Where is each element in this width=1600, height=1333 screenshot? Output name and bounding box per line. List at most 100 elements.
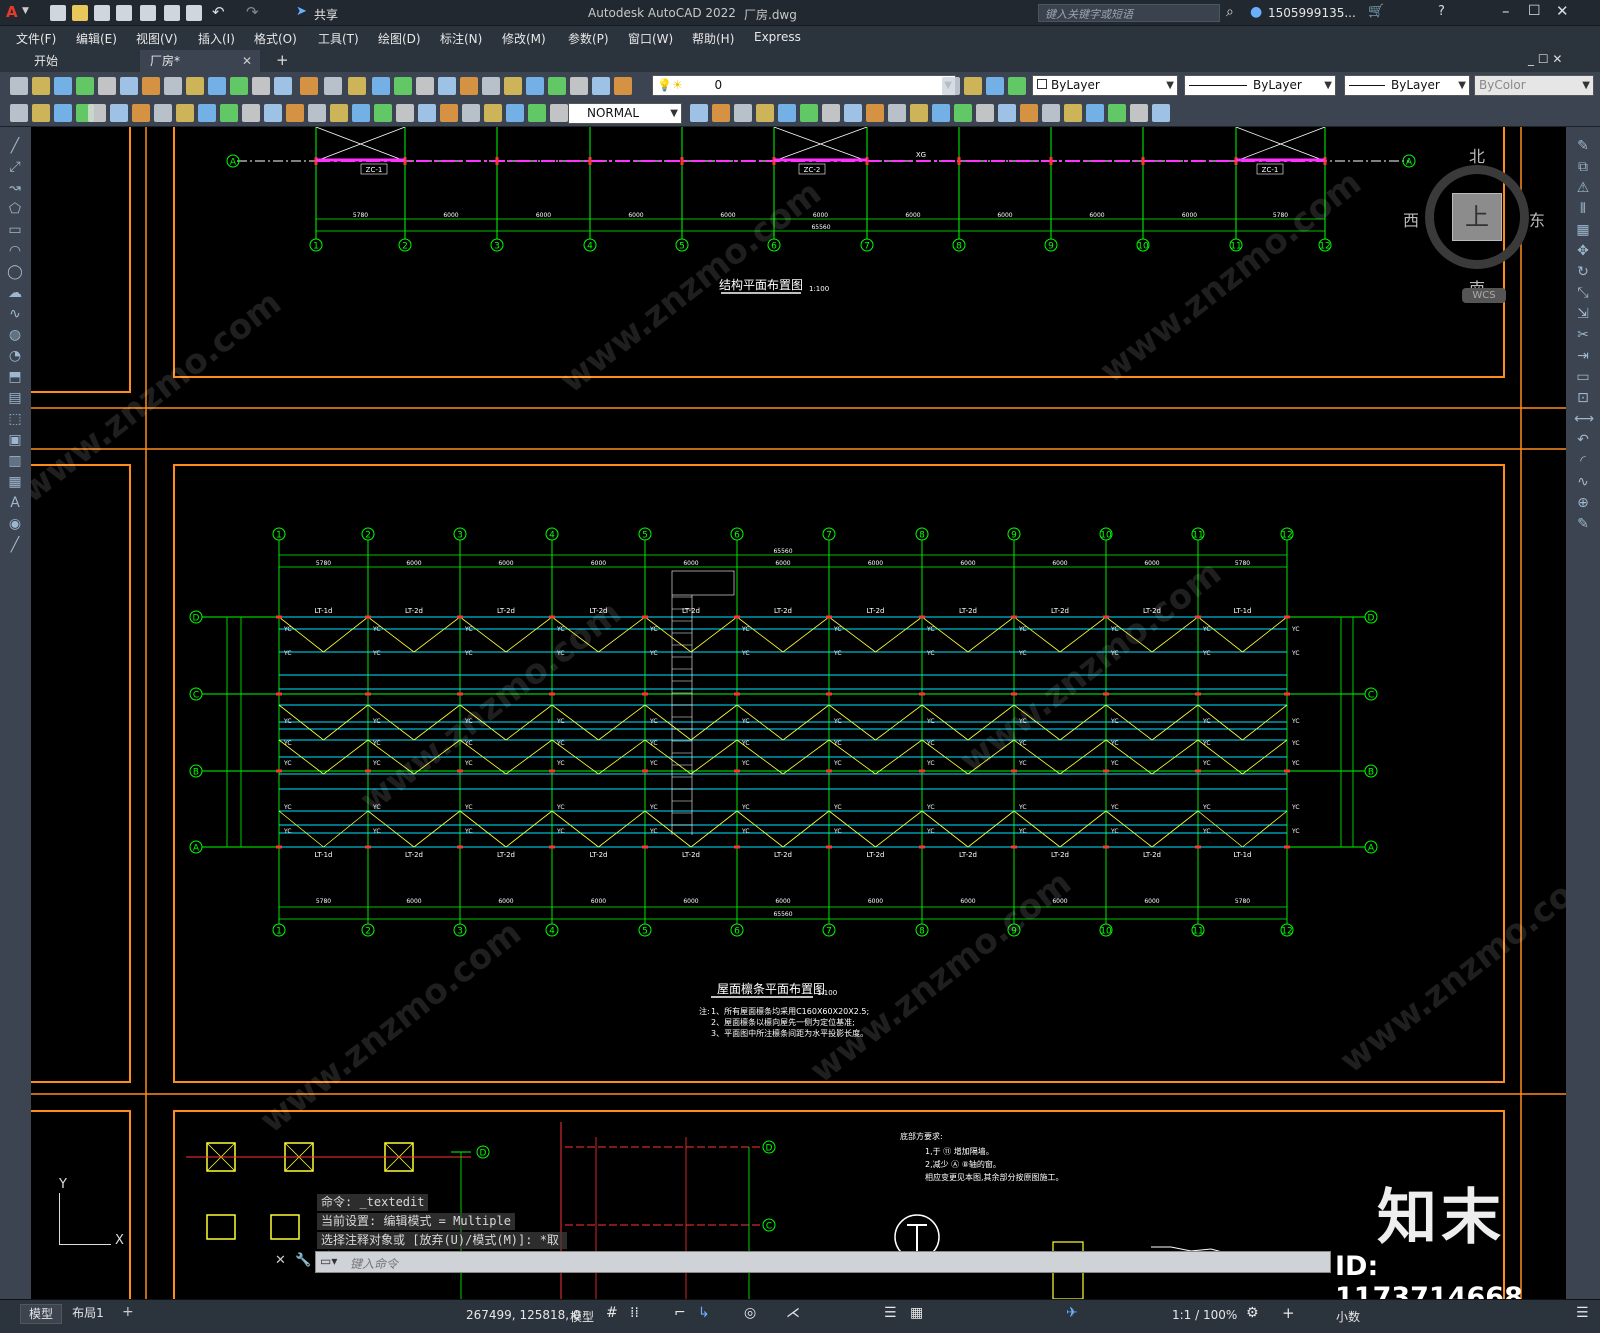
- menu-item-0[interactable]: 文件(F): [16, 30, 56, 47]
- draw-tool-icon[interactable]: ∿: [6, 305, 24, 323]
- transparency-icon[interactable]: ▦: [910, 1305, 923, 1321]
- toolbar-tool-icon[interactable]: [300, 77, 318, 95]
- toolbar-tool-icon[interactable]: [132, 104, 150, 122]
- user-icon[interactable]: ●: [1250, 4, 1262, 20]
- toolbar-tool-icon[interactable]: [942, 77, 960, 95]
- toolbar-tool-icon[interactable]: [986, 77, 1004, 95]
- search-box[interactable]: 键入关键字或短语: [1038, 4, 1220, 22]
- toolbar-tool-icon[interactable]: [252, 77, 270, 95]
- toolbar-tool-icon[interactable]: [550, 104, 568, 122]
- toolbar-tool-icon[interactable]: [394, 77, 412, 95]
- open-web-icon[interactable]: [140, 5, 156, 21]
- modify-tool-icon[interactable]: ◜: [1574, 452, 1592, 470]
- clean-screen-icon[interactable]: ☰: [1576, 1305, 1589, 1321]
- viewcube-east[interactable]: 东: [1529, 207, 1545, 231]
- toolbar-tool-icon[interactable]: [548, 77, 566, 95]
- modify-tool-icon[interactable]: ✂: [1574, 326, 1592, 344]
- modify-tool-icon[interactable]: ✎: [1574, 515, 1592, 533]
- command-input[interactable]: 键入命令: [350, 1255, 398, 1272]
- toolbar-tool-icon[interactable]: [54, 104, 72, 122]
- tab-file[interactable]: 厂房* ✕: [140, 50, 260, 72]
- toolbar-tool-icon[interactable]: [1130, 104, 1148, 122]
- toolbar-tool-icon[interactable]: [570, 77, 588, 95]
- draw-tool-icon[interactable]: ⬒: [6, 368, 24, 386]
- grid-icon[interactable]: #: [606, 1305, 618, 1321]
- menu-item-12[interactable]: Express: [754, 30, 801, 44]
- modify-tool-icon[interactable]: ⤡: [1574, 284, 1592, 302]
- toolbar-tool-icon[interactable]: [242, 104, 260, 122]
- toolbar-tool-icon[interactable]: [120, 77, 138, 95]
- toolbar-tool-icon[interactable]: [348, 77, 366, 95]
- toolbar-tool-icon[interactable]: [822, 104, 840, 122]
- draw-tool-icon[interactable]: ╱: [6, 536, 24, 554]
- menu-item-9[interactable]: 参数(P): [568, 30, 609, 47]
- toolbar-tool-icon[interactable]: [888, 104, 906, 122]
- minimize-icon[interactable]: –: [1502, 2, 1510, 20]
- toolbar-tool-icon[interactable]: [10, 104, 28, 122]
- toolbar-tool-icon[interactable]: [142, 77, 160, 95]
- otrack-icon[interactable]: ⋌: [786, 1305, 800, 1321]
- share-button[interactable]: 共享: [314, 6, 338, 23]
- draw-tool-icon[interactable]: ⬠: [6, 200, 24, 218]
- menu-item-3[interactable]: 插入(I): [198, 30, 235, 47]
- toolbar-tool-icon[interactable]: [778, 104, 796, 122]
- draw-tool-icon[interactable]: ▣: [6, 431, 24, 449]
- toolbar-tool-icon[interactable]: [614, 77, 632, 95]
- toolbar-tool-icon[interactable]: [286, 104, 304, 122]
- annotation-icon[interactable]: ✈: [1066, 1305, 1078, 1321]
- toolbar-tool-icon[interactable]: [998, 104, 1016, 122]
- toolbar-tool-icon[interactable]: [110, 104, 128, 122]
- color-dropdown[interactable]: ByLayer ▼: [1032, 75, 1178, 96]
- drawing-canvas[interactable]: ZC-1 ZC-2 ZC-1 XG A A 5780 6000 6000 6000 6000 6000…: [31, 127, 1566, 1299]
- toolbar-tool-icon[interactable]: [504, 77, 522, 95]
- modify-tool-icon[interactable]: ▭: [1574, 368, 1592, 386]
- toolbar-tool-icon[interactable]: [10, 77, 28, 95]
- menu-item-8[interactable]: 修改(M): [502, 30, 546, 47]
- close-icon[interactable]: ✕: [1556, 2, 1569, 20]
- toolbar-tool-icon[interactable]: [164, 77, 182, 95]
- toolbar-tool-icon[interactable]: [438, 77, 456, 95]
- layout-tab-layout1[interactable]: 布局1: [66, 1304, 110, 1324]
- toolbar-tool-icon[interactable]: [308, 104, 326, 122]
- toolbar-tool-icon[interactable]: [462, 104, 480, 122]
- user-name[interactable]: 1505999135...: [1268, 6, 1356, 20]
- toolbar-tool-icon[interactable]: [1008, 77, 1026, 95]
- draw-tool-icon[interactable]: ↝: [6, 179, 24, 197]
- draw-tool-icon[interactable]: ◯: [6, 263, 24, 281]
- lineweight-dropdown[interactable]: ByLayer ▼: [1344, 75, 1470, 96]
- tab-close-icon[interactable]: ✕: [242, 50, 252, 72]
- draw-tool-icon[interactable]: ▤: [6, 389, 24, 407]
- help-icon[interactable]: ?: [1438, 4, 1445, 19]
- toolbar-tool-icon[interactable]: [198, 104, 216, 122]
- draw-tool-icon[interactable]: ⤢: [6, 158, 24, 176]
- modify-tool-icon[interactable]: ↻: [1574, 263, 1592, 281]
- save-web-icon[interactable]: [164, 5, 180, 21]
- toolbar-tool-icon[interactable]: [1020, 104, 1038, 122]
- modify-tool-icon[interactable]: ⊡: [1574, 389, 1592, 407]
- draw-tool-icon[interactable]: ☁: [6, 284, 24, 302]
- modify-tool-icon[interactable]: ⚠: [1574, 179, 1592, 197]
- toolbar-tool-icon[interactable]: [976, 104, 994, 122]
- draw-tool-icon[interactable]: A: [6, 494, 24, 512]
- toolbar-tool-icon[interactable]: [372, 77, 390, 95]
- toolbar-tool-icon[interactable]: [954, 104, 972, 122]
- menu-item-4[interactable]: 格式(O): [254, 30, 297, 47]
- layer-dropdown[interactable]: 💡☀ 0 ▼: [652, 75, 956, 96]
- share-icon[interactable]: ➤: [296, 4, 307, 19]
- toolbar-tool-icon[interactable]: [1064, 104, 1082, 122]
- modify-tool-icon[interactable]: ⇲: [1574, 305, 1592, 323]
- modify-tool-icon[interactable]: ⟷: [1574, 410, 1594, 428]
- toolbar-tool-icon[interactable]: [220, 104, 238, 122]
- undo-icon[interactable]: ↶: [212, 3, 225, 21]
- draw-tool-icon[interactable]: ◠: [6, 242, 24, 260]
- restore-doc-icon[interactable]: _ ☐ ✕: [1528, 52, 1562, 66]
- toolbar-tool-icon[interactable]: [186, 77, 204, 95]
- save-as-icon[interactable]: [116, 5, 132, 21]
- modify-tool-icon[interactable]: ∿: [1574, 473, 1592, 491]
- toolbar-tool-icon[interactable]: [800, 104, 818, 122]
- toolbar-tool-icon[interactable]: [98, 77, 116, 95]
- search-icon[interactable]: ⌕: [1226, 4, 1234, 20]
- toolbar-tool-icon[interactable]: [76, 77, 94, 95]
- draw-tool-icon[interactable]: ╱: [6, 137, 24, 155]
- gear-icon[interactable]: ⚙: [1246, 1305, 1259, 1321]
